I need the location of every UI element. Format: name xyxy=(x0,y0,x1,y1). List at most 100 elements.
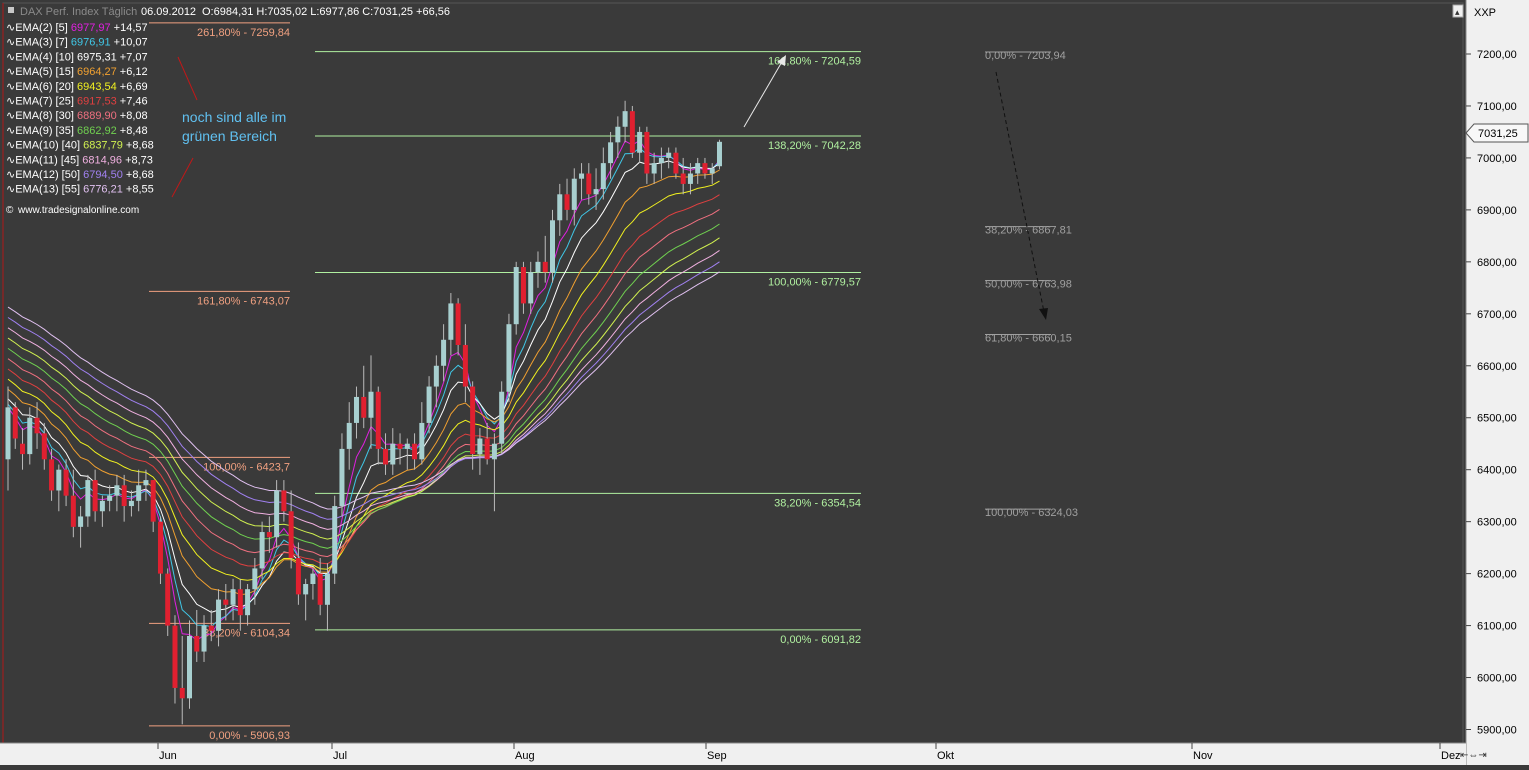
price-tick-label: 6100,00 xyxy=(1477,621,1517,633)
candle-body xyxy=(687,173,693,184)
candle-body xyxy=(499,391,505,444)
candle-body xyxy=(448,303,454,340)
ema-legend-change: +6,12 xyxy=(117,66,148,78)
candle-body xyxy=(70,495,76,527)
candle-body xyxy=(550,220,555,273)
fib-level-label: 100,00% - 6779,57 xyxy=(768,276,861,288)
candle-body xyxy=(107,495,113,501)
candle-body xyxy=(194,635,200,652)
time-tick-label: Dez xyxy=(1441,750,1461,762)
ema-legend-name: ∿EMA(7) [25] xyxy=(6,96,77,108)
annotation-text-line2: grünen Bereich xyxy=(182,128,277,144)
price-tick-label: 6800,00 xyxy=(1477,257,1517,269)
candle-body xyxy=(114,485,120,496)
candle-body xyxy=(237,589,243,616)
candle-body xyxy=(56,469,62,491)
ema-legend-item: ∿EMA(3) [7] 6976,91 +10,07 xyxy=(6,37,148,49)
candle-body xyxy=(673,152,679,174)
price-tick-label: 6300,00 xyxy=(1477,517,1517,529)
price-tick-label: 6500,00 xyxy=(1477,413,1517,425)
last-price-label: 7031,25 xyxy=(1478,128,1518,140)
candle-body xyxy=(579,173,585,179)
candle-body xyxy=(157,521,163,574)
candle-body xyxy=(433,365,439,387)
candle-body xyxy=(223,599,229,605)
candle-body xyxy=(441,339,447,366)
ema-legend-item: ∿EMA(11) [45] 6814,96 +8,73 xyxy=(6,154,153,166)
ema-legend-value: 6837,79 xyxy=(83,140,123,152)
candle-body xyxy=(651,163,657,174)
fib-level-label: 100,00% - 6324,03 xyxy=(985,507,1078,519)
price-tick-label: 5900,00 xyxy=(1477,725,1517,737)
candle-body xyxy=(709,168,715,174)
candle-body xyxy=(245,589,251,616)
candle-body xyxy=(484,438,490,460)
candle-body xyxy=(121,485,127,507)
ema-legend-value: 6917,53 xyxy=(77,96,117,108)
candle-body xyxy=(216,599,222,631)
candle-body xyxy=(259,532,265,569)
fib-level-label: 161,80% - 6743,07 xyxy=(197,295,290,307)
candle-body xyxy=(615,126,621,143)
candle-body xyxy=(375,391,381,449)
ema-legend-item: ∿EMA(7) [25] 6917,53 +7,46 xyxy=(6,96,148,108)
candle-body xyxy=(27,417,33,455)
candle-body xyxy=(41,433,47,460)
fib-level-label: 0,00% - 5906,93 xyxy=(209,730,290,742)
candle-body xyxy=(513,267,519,325)
candle-body xyxy=(702,163,708,174)
candle-body xyxy=(629,111,635,153)
horizontal-scroll-icon[interactable]: ⇤⇔⇥ xyxy=(1460,750,1487,761)
ema-legend-value: 6862,92 xyxy=(77,125,117,137)
candle-body xyxy=(658,157,664,164)
candle-body xyxy=(383,448,389,465)
fib-level-label: 61,80% - 6660,15 xyxy=(985,333,1072,345)
ema-legend-name: ∿EMA(11) [45] xyxy=(6,154,82,166)
scroll-up-icon: ▴ xyxy=(1455,7,1460,17)
candle-body xyxy=(208,625,214,631)
candle-body xyxy=(419,422,425,460)
ema-legend-change: +10,07 xyxy=(111,37,148,49)
candle-body xyxy=(506,324,512,392)
ema-legend-name: ∿EMA(3) [7] xyxy=(6,37,71,49)
ema-legend-value: 6776,21 xyxy=(83,184,123,196)
candle-body xyxy=(426,386,432,423)
candle-body xyxy=(281,490,287,512)
price-tick-label: 6200,00 xyxy=(1477,569,1517,581)
candle-body xyxy=(143,480,149,486)
candle-body xyxy=(412,443,418,460)
candle-body xyxy=(150,480,156,522)
candle-body xyxy=(564,194,570,210)
price-tick-label: 6700,00 xyxy=(1477,309,1517,321)
candle-body xyxy=(295,558,301,595)
fib-level-label: 50,00% - 6763,98 xyxy=(985,279,1072,291)
candle-body xyxy=(716,141,722,167)
candle-body xyxy=(644,131,650,174)
price-chart[interactable]: 7200,00 7100,00 7000,00 6900,00 6800,00 6700,… xyxy=(0,0,1529,765)
chart-window: 7200,00 7100,00 7000,00 6900,00 6800,00 6700,… xyxy=(0,0,1529,765)
candle-body xyxy=(63,469,69,496)
ema-legend-item: ∿EMA(6) [20] 6943,54 +6,69 xyxy=(6,81,148,93)
candle-body xyxy=(368,391,374,418)
ema-legend-change: +7,46 xyxy=(117,96,148,108)
candle-body xyxy=(455,303,461,345)
candle-body xyxy=(586,173,592,195)
ema-legend-value: 6794,50 xyxy=(83,169,123,181)
last-price-marker: 7031,25 xyxy=(1465,123,1529,143)
candle-body xyxy=(12,407,18,439)
header-date: 06.09.2012 xyxy=(141,6,196,18)
time-tick-label: Jul xyxy=(333,750,347,762)
fib-level-label: 138,20% - 7042,28 xyxy=(768,140,861,152)
candle-body xyxy=(317,573,323,605)
candle-body xyxy=(557,194,563,221)
time-tick-label: Aug xyxy=(515,750,535,762)
candle-body xyxy=(288,511,294,559)
ema-legend-change: +8,68 xyxy=(123,140,154,152)
fib-level-label: 0,00% - 6091,82 xyxy=(780,634,861,646)
candle-body xyxy=(172,625,178,688)
time-axis-panel xyxy=(0,743,1466,765)
candle-body xyxy=(201,625,207,652)
ema-legend-item: ∿EMA(9) [35] 6862,92 +8,48 xyxy=(6,125,148,137)
ema-legend-change: +8,55 xyxy=(123,184,154,196)
candle-body xyxy=(332,506,338,574)
